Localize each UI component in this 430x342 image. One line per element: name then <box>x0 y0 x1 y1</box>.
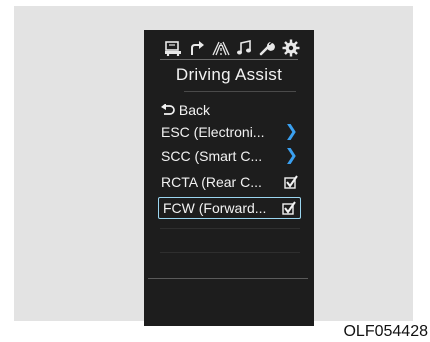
divider-under-icons <box>160 59 298 60</box>
divider-under-title <box>184 91 296 92</box>
back-label: Back <box>178 102 211 118</box>
lane-road-icon[interactable] <box>212 40 230 56</box>
divider <box>160 228 300 229</box>
chevron-right-icon: ❯ <box>284 147 298 164</box>
menu-item-fcw[interactable]: FCW (Forward... <box>158 197 301 219</box>
checkbox-checked[interactable] <box>284 172 298 192</box>
vehicle-settings-icon[interactable] <box>164 40 182 56</box>
checkbox-checked[interactable] <box>282 198 296 218</box>
divider <box>148 278 308 279</box>
back-arrow-icon <box>161 103 175 115</box>
back-button[interactable]: Back <box>161 100 306 120</box>
music-note-icon[interactable] <box>236 40 252 56</box>
menu-item-label: ESC (Electroni... <box>161 124 265 140</box>
page-title: Driving Assist <box>175 65 283 84</box>
menu-item-label: SCC (Smart C... <box>161 148 263 164</box>
divider <box>160 252 300 253</box>
mode-icon-bar <box>164 39 300 57</box>
menu-item-scc[interactable]: SCC (Smart C... ❯ <box>161 146 306 166</box>
menu-item-label: FCW (Forward... <box>163 200 267 216</box>
menu-item-label: RCTA (Rear C... <box>161 174 262 190</box>
navigation-arrow-icon[interactable] <box>189 40 205 56</box>
wrench-icon[interactable] <box>259 40 276 56</box>
menu-item-rcta[interactable]: RCTA (Rear C... <box>161 172 306 192</box>
menu-item-esc[interactable]: ESC (Electroni... ❯ <box>161 122 306 142</box>
cluster-display: Driving Assist Back ESC (Electroni... ❯ … <box>144 30 314 326</box>
figure-caption: OLF054428 <box>343 323 428 340</box>
chevron-right-icon: ❯ <box>284 123 298 140</box>
gear-icon[interactable] <box>282 39 300 57</box>
